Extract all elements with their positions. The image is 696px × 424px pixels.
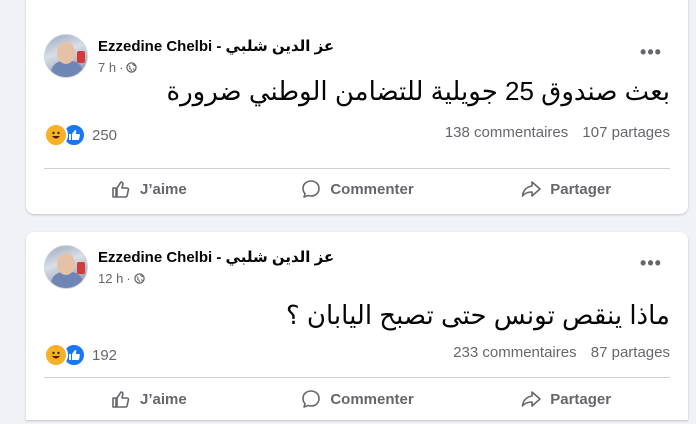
comment-bubble-icon <box>302 390 321 408</box>
share-arrow-icon <box>521 181 542 197</box>
comment-bubble-icon <box>302 180 321 198</box>
reaction-count: 250 <box>92 126 118 144</box>
comment-button[interactable]: Commenter <box>253 378 462 420</box>
comments-count[interactable]: 233 commentaires <box>453 344 576 361</box>
post-time[interactable]: 7 h <box>98 60 116 75</box>
share-arrow-icon <box>521 391 542 407</box>
engagement-counts: 138 commentaires 107 partages <box>445 124 670 141</box>
like-label: J’aime <box>139 390 187 408</box>
post-header: Ezzedine Chelbi - عز الدين شلبي 12 h · •… <box>44 245 670 291</box>
like-button[interactable]: J’aime <box>44 168 253 210</box>
post-text: ماذا ينقص تونس حتى تصبح اليابان ؟ <box>285 300 670 330</box>
post-actions: J’aime Commenter Partager <box>44 378 670 420</box>
post-time[interactable]: 12 h <box>98 271 123 286</box>
shares-count[interactable]: 87 partages <box>591 344 670 361</box>
share-label: Partager <box>550 390 612 408</box>
engagement-counts: 233 commentaires 87 partages <box>453 344 670 361</box>
reaction-count: 192 <box>92 346 118 364</box>
like-label: J’aime <box>139 180 187 198</box>
reactions[interactable]: 250 <box>44 123 117 147</box>
post-text: بعث صندوق 25 جويلية للتضامن الوطني ضرورة <box>166 76 670 106</box>
shares-count[interactable]: 107 partages <box>582 124 670 141</box>
more-options-icon[interactable]: ••• <box>638 42 664 62</box>
like-button[interactable]: J’aime <box>44 378 253 420</box>
reactions[interactable]: 192 <box>44 343 117 367</box>
haha-reaction-icon <box>44 343 68 367</box>
thumbs-up-icon <box>112 391 130 408</box>
avatar[interactable] <box>44 34 88 78</box>
share-label: Partager <box>550 180 612 198</box>
post-meta: 12 h · <box>98 271 145 286</box>
more-options-icon[interactable]: ••• <box>638 253 664 273</box>
post-actions: J’aime Commenter Partager <box>44 168 670 210</box>
meta-separator: · <box>119 60 124 75</box>
author-name[interactable]: Ezzedine Chelbi - عز الدين شلبي <box>98 248 334 266</box>
globe-icon <box>133 273 145 284</box>
post-meta: 7 h · <box>98 60 138 75</box>
comment-label: Commenter <box>330 180 414 198</box>
comment-button[interactable]: Commenter <box>253 168 462 210</box>
post-card: Ezzedine Chelbi - عز الدين شلبي 12 h · •… <box>26 232 688 420</box>
share-button[interactable]: Partager <box>461 168 670 210</box>
post-card: Ezzedine Chelbi - عز الدين شلبي 7 h · ••… <box>26 0 688 214</box>
thumbs-up-icon <box>112 181 130 198</box>
haha-reaction-icon <box>44 123 68 147</box>
comments-count[interactable]: 138 commentaires <box>445 124 568 141</box>
globe-icon <box>126 62 138 73</box>
share-button[interactable]: Partager <box>461 378 670 420</box>
comment-label: Commenter <box>330 390 414 408</box>
avatar[interactable] <box>44 245 88 289</box>
post-stats: 250 138 commentaires 107 partages <box>44 123 670 147</box>
post-stats: 192 233 commentaires 87 partages <box>44 343 670 367</box>
post-header: Ezzedine Chelbi - عز الدين شلبي 7 h · ••… <box>44 34 670 80</box>
author-name[interactable]: Ezzedine Chelbi - عز الدين شلبي <box>98 37 334 55</box>
meta-separator: · <box>126 271 131 286</box>
